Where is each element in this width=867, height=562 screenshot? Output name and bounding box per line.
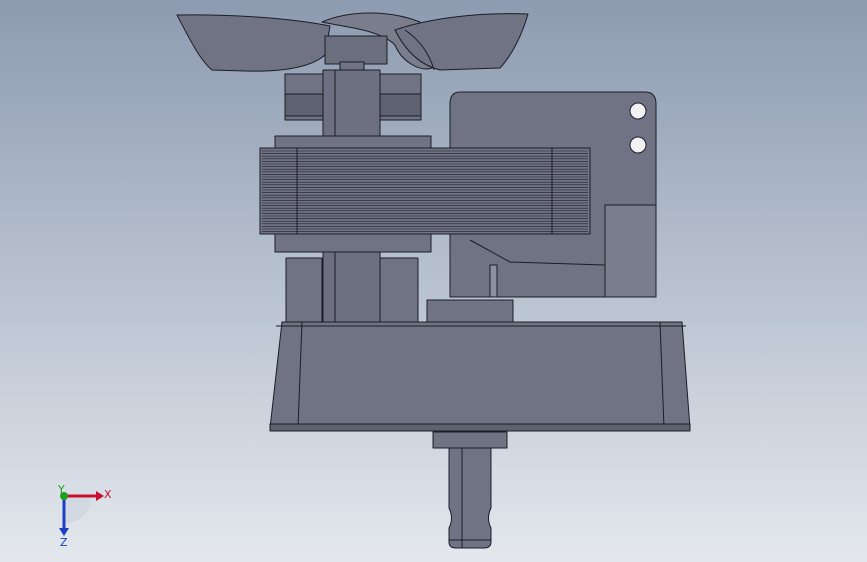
gearbox-housing[interactable]: [269, 321, 691, 432]
triad-z-label: Z: [60, 536, 68, 546]
orientation-triad: X Y Z: [57, 484, 112, 546]
triad-y-label: Y: [57, 484, 65, 496]
mounting-hole-bottom[interactable]: [629, 136, 647, 154]
stator-core[interactable]: [259, 147, 591, 235]
triad-base-arc: [64, 496, 92, 524]
output-shaft[interactable]: [432, 431, 508, 549]
stator-collar-bottom: [274, 233, 432, 253]
fan-hub: [324, 35, 388, 65]
graphics-viewport[interactable]: X Y Z: [0, 0, 867, 562]
fan-blade-left[interactable]: [176, 14, 331, 72]
triad-x-label: X: [104, 488, 112, 501]
bracket-slot: [489, 264, 498, 298]
fan-impeller[interactable]: [176, 12, 529, 75]
motor-model[interactable]: [0, 0, 867, 562]
mounting-hole-top[interactable]: [629, 102, 647, 120]
